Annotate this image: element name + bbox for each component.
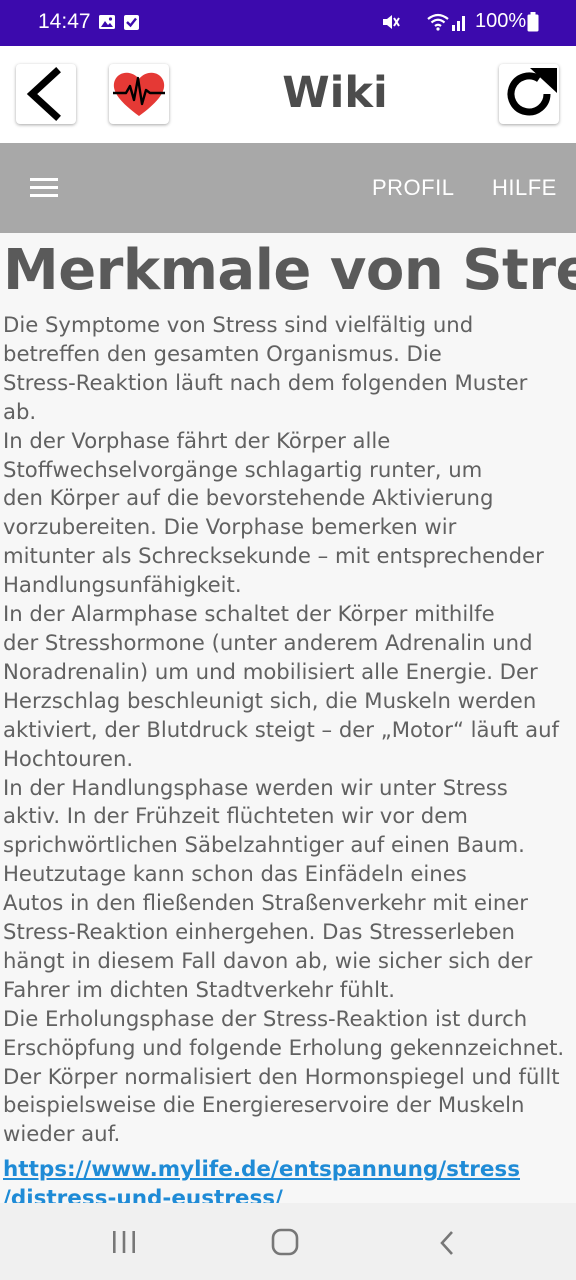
status-time: 14:47 [38, 10, 91, 33]
article-line: Noradrenalin) um und mobilisiert alle En… [3, 658, 538, 684]
article-line: Stress-Reaktion einhergehen. Das Stresse… [3, 919, 515, 945]
health-button[interactable] [109, 64, 169, 124]
article-heading: Merkmale von Stress [3, 238, 576, 303]
article-line: vorzubereiten. Die Vorphase bemerken wir [3, 514, 457, 540]
article-body: Die Symptome von Stress sind vielfältig … [0, 303, 576, 1149]
article-line: sprichwörtlichen Säbelzahntiger auf eine… [3, 832, 525, 858]
article-content[interactable]: Merkmale von Stress Die Symptome von Str… [0, 233, 576, 1204]
article-line: hängt in diesem Fall davon ab, wie siche… [3, 947, 533, 973]
back-icon[interactable] [436, 1229, 460, 1257]
article-line: Heutzutage kann schon das Einfädeln eine… [3, 861, 467, 887]
article-line: beispielsweise die Energiereservoire der… [3, 1092, 525, 1118]
article-line: Autos in den fließenden Straßenverkehr m… [3, 890, 529, 916]
article-line: aktiviert, der Blutdruck steigt – der „M… [3, 716, 559, 742]
source-link[interactable]: https://www.mylife.de/entspannung/stress… [0, 1149, 576, 1203]
article-line: mitunter als Schrecksekunde – mit entspr… [3, 543, 544, 569]
wifi-icon [427, 13, 465, 31]
article-line: Erschöpfung und folgende Erholung gekenn… [3, 1034, 565, 1060]
back-arrow-icon [26, 67, 61, 121]
article-line: Hochtouren. [3, 745, 134, 771]
check-icon [124, 15, 139, 30]
article-line: In der Alarmphase schaltet der Körper mi… [3, 601, 495, 627]
article-line: ab. [3, 398, 37, 424]
article-line: Herzschlag beschleunigt sich, die Muskel… [3, 687, 537, 713]
heart-pulse-icon [113, 72, 165, 116]
nav-link-profil[interactable]: PROFIL [372, 175, 454, 201]
nav-bar: PROFIL HILFE [0, 143, 576, 233]
reload-icon [507, 68, 557, 116]
recents-icon[interactable] [110, 1229, 138, 1255]
article-line: Der Körper normalisiert den Hormonspiege… [3, 1063, 560, 1089]
source-link-line1[interactable]: https://www.mylife.de/entspannung/stress [3, 1155, 576, 1184]
article-line: Stress-Reaktion läuft nach dem folgenden… [3, 369, 528, 395]
nav-link-hilfe[interactable]: HILFE [492, 175, 557, 201]
reload-button[interactable] [499, 64, 559, 124]
article-line: Die Symptome von Stress sind vielfältig … [3, 312, 474, 337]
article-line: Stoffwechselvorgänge schlagartig runter,… [3, 456, 483, 482]
article-line: betreffen den gesamten Organismus. Die [3, 340, 442, 366]
article-line: Die Erholungsphase der Stress-Reaktion i… [3, 1005, 528, 1031]
article-line: der Stresshormone (unter anderem Adrenal… [3, 629, 533, 655]
article-line: aktiv. In der Frühzeit flüchteten wir vo… [3, 803, 468, 829]
battery-icon [527, 12, 539, 32]
source-link-line2[interactable]: /distress-und-eustress/ [3, 1184, 576, 1203]
image-icon [99, 15, 115, 29]
status-bar: 14:47 100% [0, 0, 576, 46]
article-line: wieder auf. [3, 1121, 121, 1147]
article-line: In der Handlungsphase werden wir unter S… [3, 774, 508, 800]
article-line: den Körper auf die bevorstehende Aktivie… [3, 485, 494, 511]
back-button[interactable] [16, 64, 76, 124]
home-icon[interactable] [270, 1227, 300, 1257]
article-line: Handlungsunfähigkeit. [3, 572, 242, 598]
system-nav-bar [0, 1203, 576, 1280]
app-header: Wiki [0, 46, 576, 143]
page-title: Wiki [282, 68, 388, 118]
article-line: Fahrer im dichten Stadtverkehr fühlt. [3, 976, 396, 1002]
mute-icon [383, 15, 400, 29]
article-line: In der Vorphase fährt der Körper alle [3, 427, 391, 453]
battery-level: 100% [475, 10, 527, 32]
hamburger-menu-icon[interactable] [30, 178, 60, 198]
